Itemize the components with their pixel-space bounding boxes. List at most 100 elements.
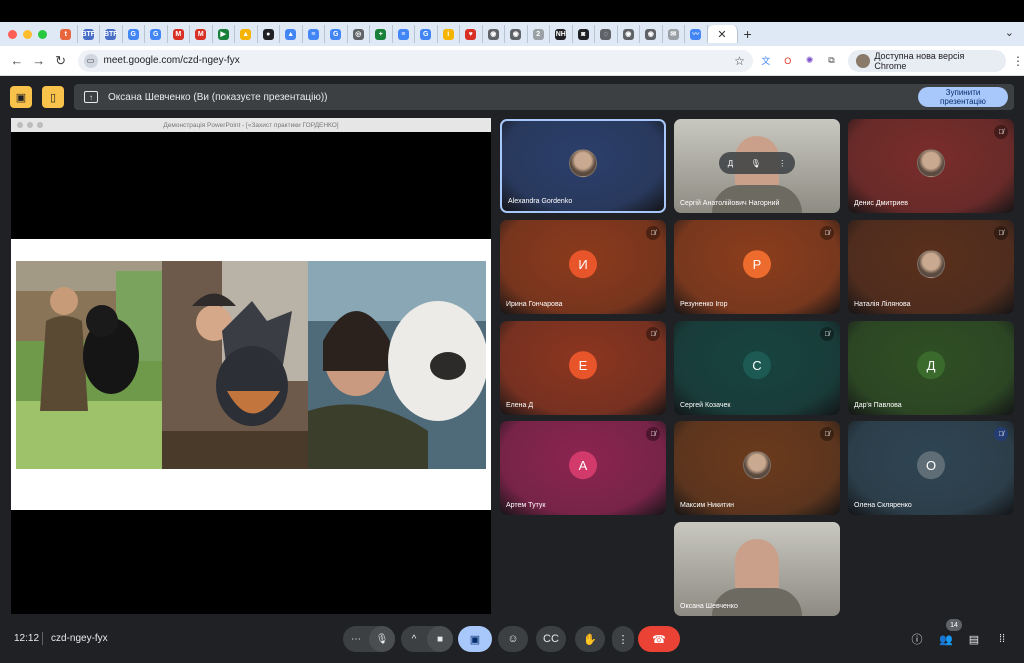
end-call-button[interactable]: ☎ bbox=[638, 626, 680, 652]
participant-avatar: Д bbox=[917, 351, 945, 380]
camera-icon[interactable]: ■ bbox=[427, 626, 453, 652]
captions-button[interactable]: CC bbox=[536, 626, 566, 652]
more-options-button[interactable]: ⋮ bbox=[612, 626, 634, 652]
browser-tab[interactable]: ◉ bbox=[505, 25, 528, 43]
browser-tab[interactable]: ◎ bbox=[348, 25, 370, 43]
browser-tab[interactable]: G bbox=[145, 25, 168, 43]
activities-icon[interactable]: ⁞⁞ bbox=[993, 630, 1011, 648]
raise-hand-button[interactable]: ✋ bbox=[575, 626, 605, 652]
browser-tab[interactable]: ✉ bbox=[663, 25, 685, 43]
browser-tab[interactable]: ≡ bbox=[303, 25, 325, 43]
browser-tab[interactable]: NH bbox=[550, 25, 573, 43]
browser-tab[interactable]: G bbox=[123, 25, 145, 43]
browser-menu-icon[interactable]: ⋮ bbox=[1012, 54, 1024, 68]
browser-tab[interactable]: ▲ bbox=[235, 25, 258, 43]
participant-tile[interactable]: Е 🎙̸ Елена Д bbox=[500, 321, 666, 415]
door-icon[interactable]: ▯ bbox=[42, 86, 64, 108]
participant-tile[interactable]: 🎙̸ Максим Никитин bbox=[674, 421, 840, 515]
tab-favicon-icon: ◉ bbox=[510, 28, 522, 40]
participant-name: Сергій Анатолійович Нагорний bbox=[680, 200, 780, 207]
participant-tile[interactable]: И 🎙̸ Ирина Гончарова bbox=[500, 220, 666, 314]
tile-hover-controls[interactable]: Д 🎙 ⋮ bbox=[719, 152, 795, 174]
tab-active-meet[interactable]: ✕ bbox=[707, 25, 738, 43]
tab-favicon-icon: ◉ bbox=[487, 28, 499, 40]
browser-tab[interactable]: i bbox=[438, 25, 460, 43]
browser-tab[interactable]: ● bbox=[258, 25, 280, 43]
browser-tab[interactable]: ▲ bbox=[280, 25, 303, 43]
divider bbox=[42, 632, 43, 645]
extension-icon[interactable]: ✺ bbox=[801, 52, 819, 70]
reload-icon[interactable]: ↻ bbox=[50, 53, 72, 69]
participant-name: Дар'я Павлова bbox=[854, 402, 902, 409]
browser-tab[interactable]: BTF bbox=[100, 25, 123, 43]
browser-tab[interactable]: BTF bbox=[78, 25, 100, 43]
participant-tile[interactable]: Д 🎙 ⋮ Сергій Анатолійович Нагорний bbox=[674, 119, 840, 213]
browser-tab[interactable]: ♥ bbox=[460, 25, 483, 43]
browser-tab[interactable]: ◉ bbox=[640, 25, 663, 43]
participant-name: Оксана Шевченко bbox=[680, 603, 738, 610]
back-icon[interactable]: ← bbox=[6, 53, 28, 68]
tab-favicon-icon: 2 bbox=[532, 28, 544, 40]
participant-tile[interactable]: Р 🎙̸ Резуненко Ігор bbox=[674, 220, 840, 314]
chrome-update-button[interactable]: Доступна нова версія Chrome bbox=[848, 49, 1006, 72]
extensions-puzzle-icon[interactable]: ⧉ bbox=[823, 52, 841, 70]
tab-favicon-icon: ▲ bbox=[285, 28, 297, 40]
participant-tile[interactable]: Д Дар'я Павлова bbox=[848, 321, 1014, 415]
browser-tab[interactable]: 〰 bbox=[685, 25, 708, 43]
participant-tile[interactable]: Оксана Шевченко bbox=[674, 522, 840, 616]
close-window-button[interactable] bbox=[8, 29, 17, 39]
slide-photo-1 bbox=[16, 261, 162, 469]
chat-icon[interactable]: ▤ bbox=[965, 630, 983, 648]
mic-icon[interactable]: 🎙 bbox=[369, 626, 395, 652]
forward-icon[interactable]: → bbox=[28, 53, 50, 68]
browser-tab[interactable]: M bbox=[190, 25, 213, 43]
meeting-code[interactable]: czd-ngey-fyx bbox=[51, 633, 108, 644]
maximize-window-button[interactable] bbox=[38, 29, 47, 39]
browser-tab[interactable]: G bbox=[415, 25, 438, 43]
browser-tab[interactable]: 2 bbox=[528, 25, 550, 43]
participant-tile[interactable]: Alexandra Gordenko bbox=[500, 119, 666, 213]
participant-tile[interactable]: 🎙̸ Наталія Лілянова bbox=[848, 220, 1014, 314]
omnibox[interactable]: ▭ meet.google.com/czd-ngey-fyx ☆ bbox=[77, 49, 753, 72]
emoji-button[interactable]: ☺ bbox=[498, 626, 528, 652]
tab-search-icon[interactable]: ⌄ bbox=[1005, 26, 1014, 39]
camera-options-icon[interactable]: ^ bbox=[401, 626, 427, 652]
browser-tab[interactable]: + bbox=[370, 25, 393, 43]
tile-more-icon[interactable]: ⋮ bbox=[778, 159, 786, 168]
info-icon[interactable]: ⓘ bbox=[908, 630, 926, 648]
browser-tab[interactable]: ≡ bbox=[393, 25, 415, 43]
opera-extension-icon[interactable]: O bbox=[779, 52, 797, 70]
browser-tab[interactable]: ◌ bbox=[595, 25, 618, 43]
participant-tile[interactable]: С 🎙̸ Сергей Козачек bbox=[674, 321, 840, 415]
muted-mic-icon: 🎙̸ bbox=[994, 427, 1008, 441]
people-icon[interactable]: 👥 bbox=[937, 630, 955, 648]
powerpoint-titlebar: Демонстрація PowerPoint - [«Захист практ… bbox=[11, 118, 491, 132]
translate-extension-icon[interactable]: 文 bbox=[757, 52, 775, 70]
close-tab-icon[interactable]: ✕ bbox=[717, 28, 726, 41]
camera-off-warning-icon[interactable]: ▣ bbox=[10, 86, 32, 108]
stop-presenting-button[interactable]: Зупинити презентацію bbox=[918, 87, 1008, 107]
participant-tile[interactable]: О 🎙̸ Олена Скляренко bbox=[848, 421, 1014, 515]
site-info-icon[interactable]: ▭ bbox=[83, 53, 98, 68]
browser-tab[interactable]: M bbox=[168, 25, 190, 43]
browser-tab[interactable]: t bbox=[55, 25, 78, 43]
mic-options-icon[interactable]: ⋯ bbox=[343, 626, 369, 652]
url-text[interactable]: meet.google.com/czd-ngey-fyx bbox=[104, 55, 240, 66]
presenting-label: Оксана Шевченко (Ви (показуєте презентац… bbox=[108, 91, 328, 103]
participant-tile[interactable]: 🎙̸ Денис Дмитриев bbox=[848, 119, 1014, 213]
bookmark-star-icon[interactable]: ☆ bbox=[734, 54, 745, 68]
browser-tab[interactable]: ▶ bbox=[213, 25, 235, 43]
browser-tab[interactable]: ◉ bbox=[483, 25, 505, 43]
tab-favicon-icon: G bbox=[330, 28, 342, 40]
muted-mic-icon: 🎙̸ bbox=[994, 125, 1008, 139]
minimize-window-button[interactable] bbox=[23, 29, 32, 39]
new-tab-button[interactable]: + bbox=[744, 26, 752, 42]
participant-tile[interactable]: А 🎙̸ Артем Тутук bbox=[500, 421, 666, 515]
tile-mute-icon[interactable]: 🎙 bbox=[751, 159, 761, 168]
profile-avatar[interactable] bbox=[856, 53, 871, 68]
present-button[interactable]: ▣ bbox=[458, 626, 492, 652]
browser-tab[interactable]: ◙ bbox=[573, 25, 595, 43]
browser-tab[interactable]: ◉ bbox=[618, 25, 640, 43]
browser-tab[interactable]: G bbox=[325, 25, 348, 43]
participant-avatar bbox=[743, 451, 771, 480]
